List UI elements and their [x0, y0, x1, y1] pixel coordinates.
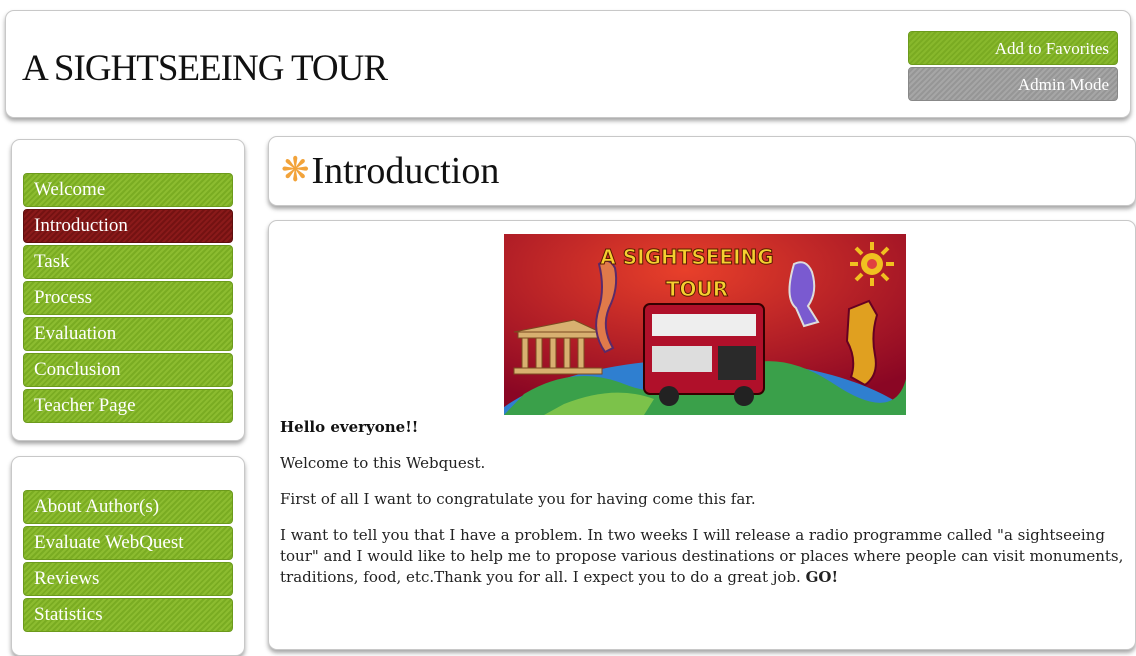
nav-item-evaluate-webquest[interactable]: Evaluate WebQuest [23, 526, 233, 560]
nav-item-reviews[interactable]: Reviews [23, 562, 233, 596]
paragraph-welcome: Welcome to this Webquest. [280, 454, 486, 472]
content-text: Hello everyone!! Welcome to this Webques… [280, 417, 1125, 603]
nav-item-welcome[interactable]: Welcome [23, 173, 233, 207]
paragraph-congratulate: First of all I want to congratulate you … [280, 490, 756, 508]
nav-item-statistics[interactable]: Statistics [23, 598, 233, 632]
admin-mode-button[interactable]: Admin Mode [908, 67, 1118, 101]
page-heading-text: Introduction [311, 150, 500, 192]
greeting: Hello everyone!! [280, 418, 419, 436]
banner-title-line2: TOUR [666, 277, 728, 301]
banner-image: A SIGHTSEEING TOUR [504, 234, 906, 415]
nav-item-teacher-page[interactable]: Teacher Page [23, 389, 233, 423]
nav-item-evaluation[interactable]: Evaluation [23, 317, 233, 351]
nav-item-about-author-s[interactable]: About Author(s) [23, 490, 233, 524]
page-heading-box: ❋Introduction [268, 136, 1136, 206]
page-heading: ❋Introduction [281, 149, 499, 193]
nav-item-introduction[interactable]: Introduction [23, 209, 233, 243]
paragraph-problem: I want to tell you that I have a problem… [280, 525, 1125, 588]
paragraph-problem-text: I want to tell you that I have a problem… [280, 526, 1124, 586]
secondary-navigation: About Author(s) Evaluate WebQuest Reviews S… [11, 456, 245, 656]
nav-item-task[interactable]: Task [23, 245, 233, 279]
asterisk-flower-icon: ❋ [281, 152, 310, 189]
banner-illustration: A SIGHTSEEING TOUR [504, 234, 906, 415]
site-title: A SIGHTSEEING TOUR [22, 48, 388, 89]
nav-item-conclusion[interactable]: Conclusion [23, 353, 233, 387]
banner-title-line1: A SIGHTSEEING [600, 245, 773, 269]
main-navigation: Welcome Introduction Task Process Evaluation… [11, 139, 245, 441]
nav-item-process[interactable]: Process [23, 281, 233, 315]
go-emphasis: GO! [805, 568, 839, 586]
content-panel: A SIGHTSEEING TOUR Hello everyone!! Welc… [268, 220, 1136, 650]
header: A SIGHTSEEING TOUR Add to Favorites Admi… [5, 10, 1131, 118]
add-to-favorites-button[interactable]: Add to Favorites [908, 31, 1118, 65]
